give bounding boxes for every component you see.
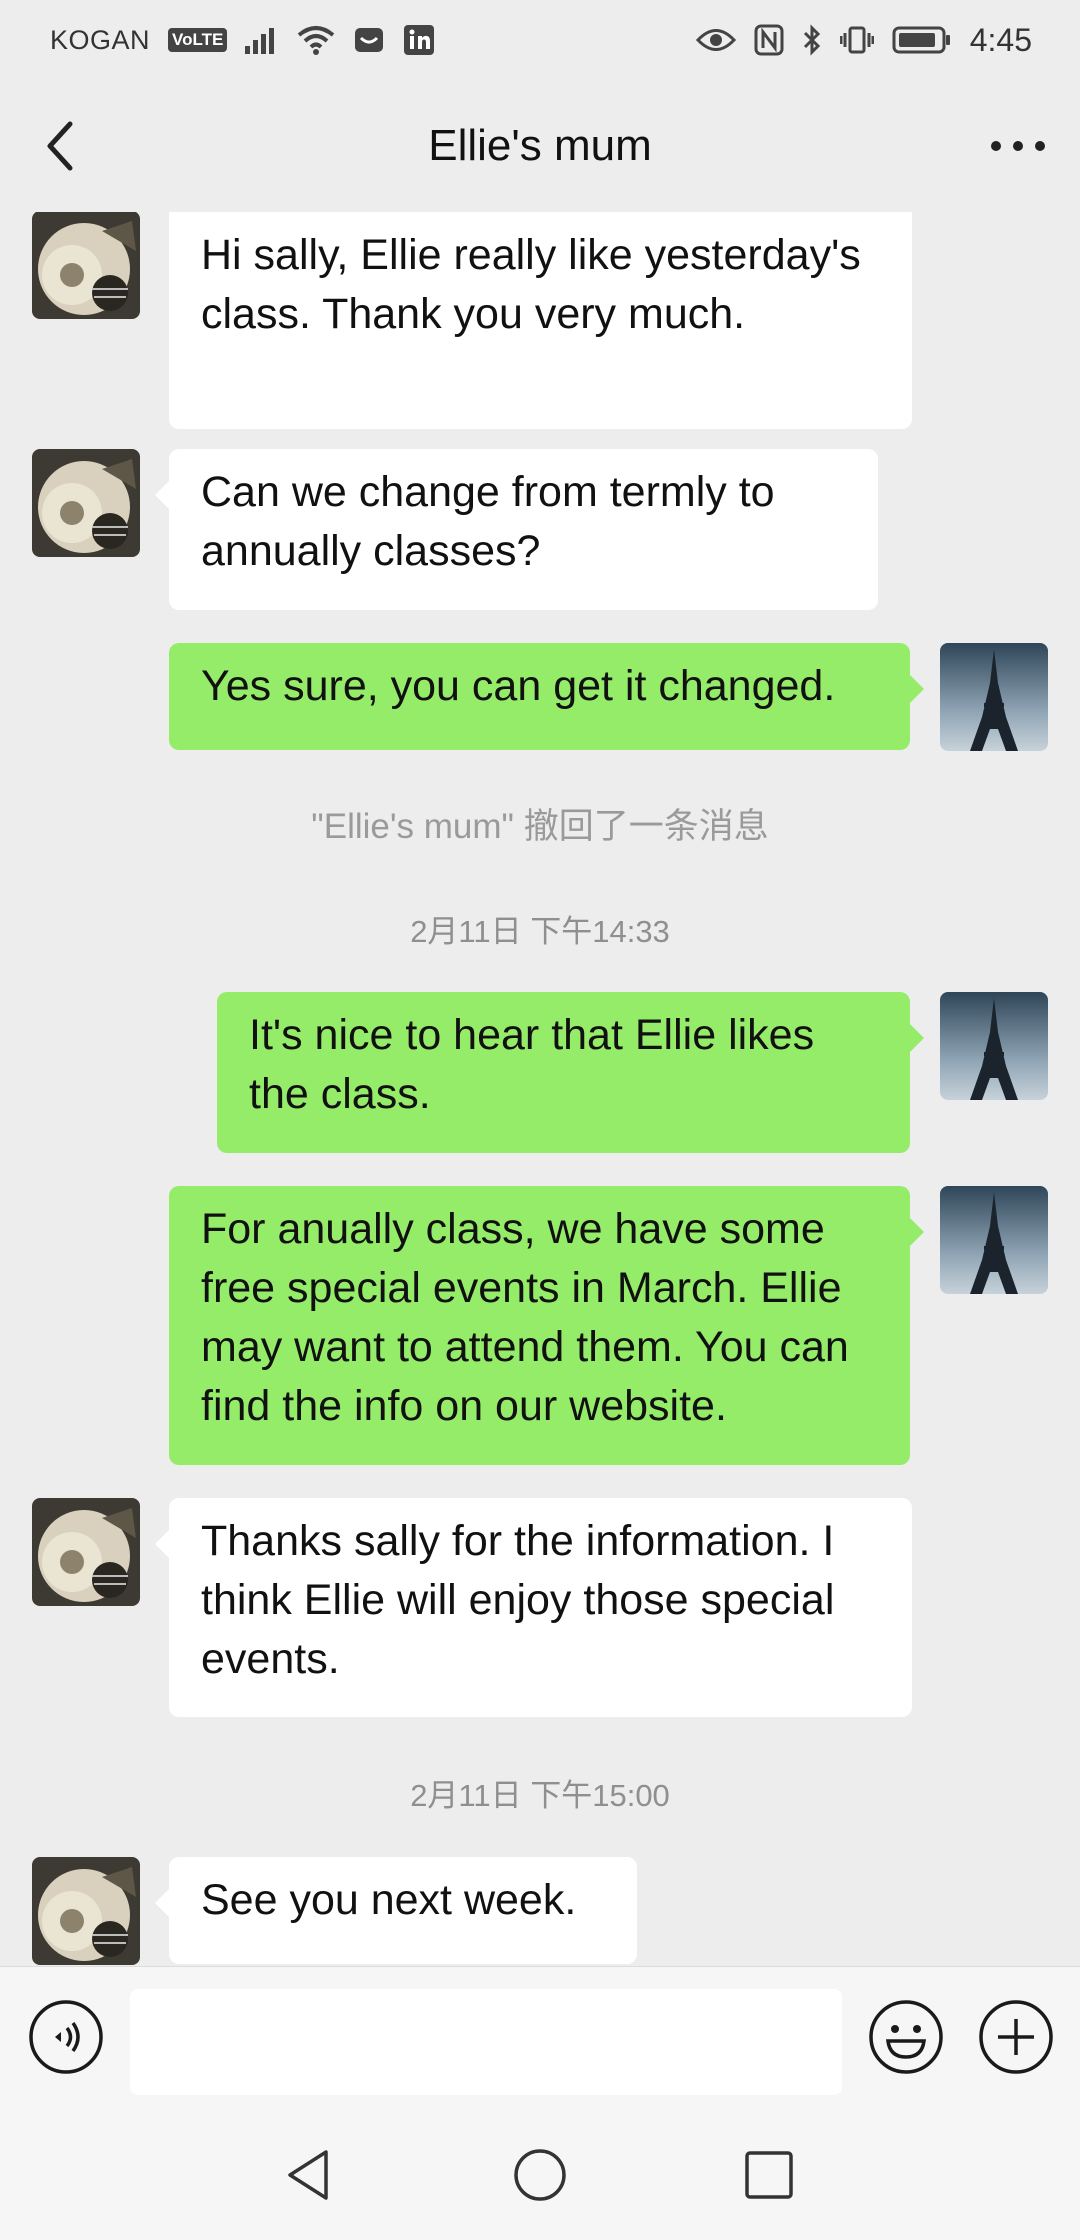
clock: 4:45 bbox=[969, 21, 1032, 58]
my-avatar[interactable] bbox=[940, 992, 1048, 1100]
message-text: See you next week. bbox=[201, 1876, 577, 1924]
signal-icon bbox=[245, 26, 279, 54]
eye-icon bbox=[695, 27, 736, 53]
voice-button[interactable] bbox=[28, 1999, 104, 2075]
message-list[interactable]: Hi sally, Ellie really like yesterday's … bbox=[0, 212, 1080, 1966]
system-nav-bar bbox=[0, 2110, 1080, 2240]
carrier-label: KOGAN bbox=[50, 24, 151, 55]
vibrate-icon bbox=[839, 25, 874, 55]
nav-recent-button[interactable] bbox=[738, 2144, 800, 2206]
timestamp: 2月11日 下午15:00 bbox=[410, 1778, 670, 1813]
message-bubble-incoming[interactable]: Hi sally, Ellie really like yesterday's … bbox=[169, 212, 912, 429]
chevron-left-icon bbox=[47, 121, 73, 171]
plus-button[interactable] bbox=[978, 1999, 1054, 2075]
linkedin-icon bbox=[403, 24, 435, 56]
square-recent-icon bbox=[745, 2151, 793, 2199]
nav-home-button[interactable] bbox=[509, 2144, 571, 2206]
more-button[interactable] bbox=[982, 118, 1054, 174]
contact-avatar[interactable] bbox=[32, 449, 140, 557]
status-right: 4:45 bbox=[695, 21, 1032, 59]
message-text: For anually class, we have some free spe… bbox=[201, 1205, 849, 1430]
contact-avatar[interactable] bbox=[32, 212, 140, 319]
chat-header: Ellie's mum bbox=[0, 80, 1080, 212]
status-bar: KOGAN VoLTE 4:45 bbox=[0, 0, 1080, 80]
status-left: KOGAN VoLTE bbox=[50, 24, 435, 56]
message-bubble-incoming[interactable]: Can we change from termly to annually cl… bbox=[155, 449, 878, 610]
chat-title: Ellie's mum bbox=[428, 121, 652, 170]
more-dots-icon bbox=[991, 141, 1045, 151]
message-bubble-outgoing[interactable]: It's nice to hear that Ellie likes the c… bbox=[217, 992, 924, 1153]
huawei-share-icon bbox=[353, 24, 385, 56]
voice-icon bbox=[29, 2000, 103, 2074]
message-text: Can we change from termly to annually cl… bbox=[201, 468, 775, 575]
contact-avatar[interactable] bbox=[32, 1498, 140, 1606]
timestamp: 2月11日 下午14:33 bbox=[410, 914, 670, 949]
wifi-icon bbox=[297, 25, 335, 55]
message-input[interactable] bbox=[130, 1989, 842, 2095]
battery-icon bbox=[892, 25, 952, 55]
back-button[interactable] bbox=[32, 118, 88, 174]
message-bubble-outgoing[interactable]: Yes sure, you can get it changed. bbox=[169, 643, 924, 750]
triangle-back-icon bbox=[288, 2150, 328, 2200]
volte-badge: VoLTE bbox=[168, 28, 228, 52]
recall-notice: "Ellie's mum" 撤回了一条消息 bbox=[311, 807, 769, 846]
message-text: It's nice to hear that Ellie likes the c… bbox=[249, 1011, 815, 1118]
message-text: Thanks sally for the information. I thin… bbox=[201, 1517, 835, 1683]
my-avatar[interactable] bbox=[940, 1186, 1048, 1294]
input-bar bbox=[0, 1966, 1080, 2110]
nav-back-button[interactable] bbox=[278, 2144, 340, 2206]
emoji-button[interactable] bbox=[868, 1999, 944, 2075]
message-text: Yes sure, you can get it changed. bbox=[201, 662, 836, 710]
contact-avatar[interactable] bbox=[32, 1857, 140, 1965]
message-bubble-incoming[interactable]: See you next week. bbox=[155, 1857, 637, 1964]
plus-icon bbox=[979, 2000, 1053, 2074]
message-bubble-outgoing[interactable]: For anually class, we have some free spe… bbox=[169, 1186, 924, 1465]
circle-home-icon bbox=[514, 2149, 566, 2201]
my-avatar[interactable] bbox=[940, 643, 1048, 751]
emoji-icon bbox=[869, 2000, 943, 2074]
bluetooth-icon bbox=[802, 24, 822, 56]
nfc-icon bbox=[754, 24, 784, 56]
message-text: Hi sally, Ellie really like yesterday's … bbox=[201, 231, 861, 338]
message-bubble-incoming[interactable]: Thanks sally for the information. I thin… bbox=[155, 1498, 912, 1717]
